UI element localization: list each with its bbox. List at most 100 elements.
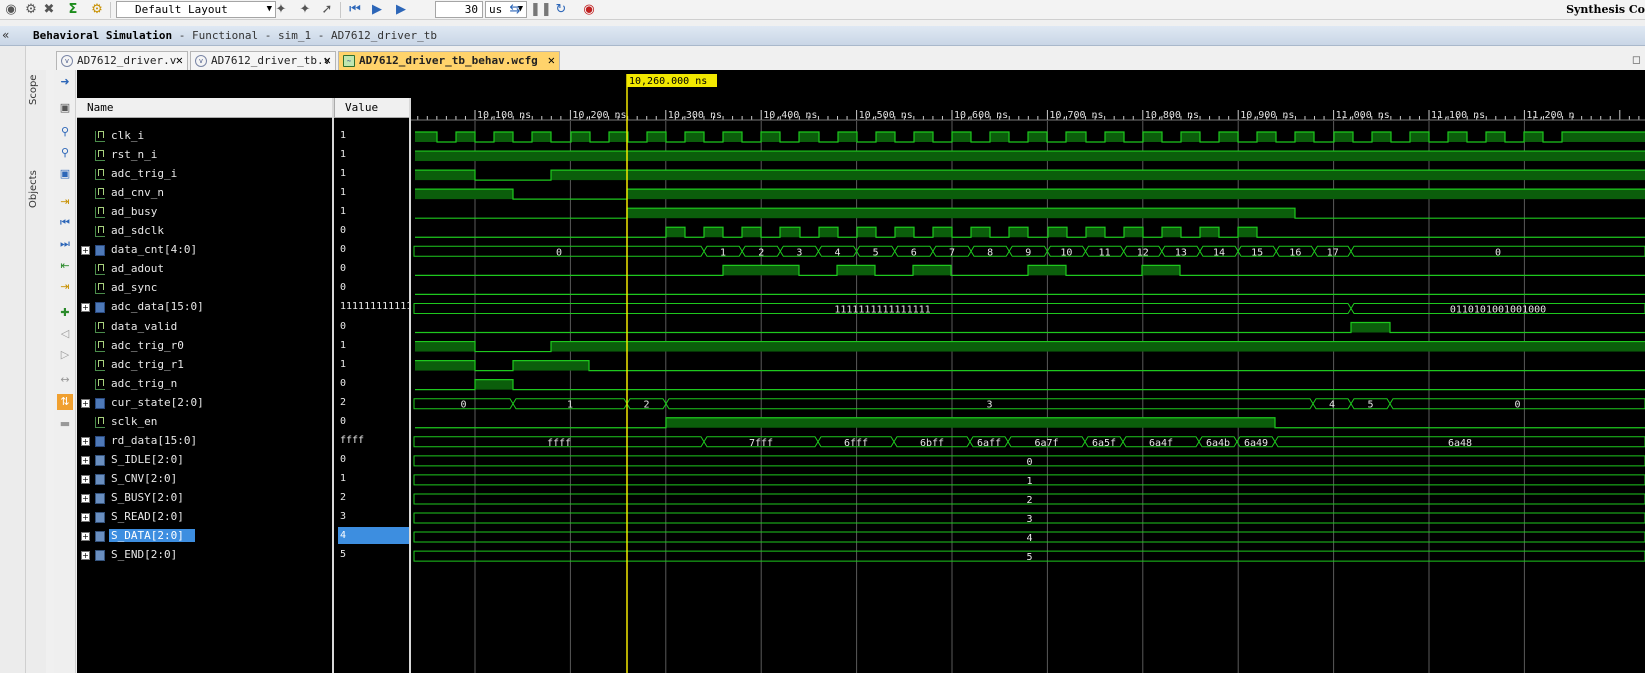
step-icon[interactable]: ⇆ xyxy=(506,1,524,19)
signal-name[interactable]: ad_sync xyxy=(109,281,159,294)
signal-name[interactable]: S_BUSY[2:0] xyxy=(109,491,186,504)
next-marker-icon[interactable]: ▷ xyxy=(57,347,73,363)
signal-row-ad-adout[interactable]: ad_adout 0 xyxy=(77,260,409,279)
signal-name[interactable]: adc_data[15:0] xyxy=(109,300,206,313)
signal-row-data-valid[interactable]: data_valid 0 xyxy=(77,318,409,337)
signal-row-rst-n-i[interactable]: rst_n_i 1 xyxy=(77,146,409,165)
signal-name[interactable]: rd_data[15:0] xyxy=(109,434,199,447)
signal-name[interactable]: cur_state[2:0] xyxy=(109,396,206,409)
signal-name[interactable]: ad_adout xyxy=(109,262,166,275)
waveform-canvas[interactable]: 10,100 ns 10,200 ns 10,300 ns 10,400 ns 10,5… xyxy=(411,70,1645,673)
waveform-viewer[interactable]: Name Value clk_i 1 rst_n_i 1 adc_trig_i 1 ad_c… xyxy=(77,70,1645,673)
signal-name[interactable]: clk_i xyxy=(109,129,146,142)
tab-driver-v[interactable]: v AD7612_driver.v ✕ xyxy=(56,51,188,70)
signal-name[interactable]: adc_trig_r0 xyxy=(109,339,186,352)
signal-row-ad-cnv-n[interactable]: ad_cnv_n 1 xyxy=(77,184,409,203)
expand-icon[interactable]: + xyxy=(81,303,90,313)
signal-row-data-cnt[interactable]: + data_cnt[4:0] 0 xyxy=(77,241,409,260)
pause-icon[interactable]: ❚❚ xyxy=(530,1,552,19)
signal-row-ad-sdclk[interactable]: ad_sdclk 0 xyxy=(77,222,409,241)
power-icon[interactable]: ◉ xyxy=(2,1,20,19)
signal-name[interactable]: ad_cnv_n xyxy=(109,186,166,199)
run-for-icon[interactable]: ▶ xyxy=(392,1,410,19)
signal-row-adc-trig-r1[interactable]: adc_trig_r1 1 xyxy=(77,356,409,375)
value-column-header[interactable]: Value xyxy=(334,98,409,118)
close-icon[interactable]: ✕ xyxy=(324,52,331,69)
signal-name[interactable]: adc_trig_i xyxy=(109,167,179,180)
side-tab-objects[interactable]: Objects xyxy=(28,166,44,212)
signal-name[interactable]: S_END[2:0] xyxy=(109,548,179,561)
goto-start-icon[interactable]: ⏮ xyxy=(57,215,73,231)
signal-name[interactable]: sclk_en xyxy=(109,415,159,428)
signal-row-s-read[interactable]: + S_READ[2:0] 3 xyxy=(77,508,409,527)
add-marker-icon[interactable]: ✚ xyxy=(57,305,73,321)
tab-driver-tb-v[interactable]: v AD7612_driver_tb.v ✕ xyxy=(190,51,336,70)
run-all-icon[interactable]: ▶ xyxy=(368,1,386,19)
signal-name[interactable]: adc_trig_n xyxy=(109,377,179,390)
zoom-out-icon[interactable]: ⚲ xyxy=(57,145,73,161)
restart-icon[interactable]: ⏮ xyxy=(346,1,364,19)
expand-icon[interactable]: + xyxy=(81,474,90,484)
tab-wcfg[interactable]: ~ AD7612_driver_tb_behav.wcfg ✕ xyxy=(338,51,560,70)
signal-name[interactable]: rst_n_i xyxy=(109,148,159,161)
signal-row-ad-busy[interactable]: ad_busy 1 xyxy=(77,203,409,222)
signal-row-cur-state[interactable]: + cur_state[2:0] 2 xyxy=(77,394,409,413)
name-column-header[interactable]: Name xyxy=(77,98,333,118)
signal-name[interactable]: S_READ[2:0] xyxy=(109,510,186,523)
zoom-in-icon[interactable]: ⚲ xyxy=(57,124,73,140)
collapse-icon[interactable]: « xyxy=(2,28,9,42)
signal-row-adc-trig-i[interactable]: adc_trig_i 1 xyxy=(77,165,409,184)
pin-icon[interactable]: ✦ xyxy=(272,1,290,19)
sigma-icon[interactable]: Σ xyxy=(64,1,82,19)
signal-row-s-end[interactable]: + S_END[2:0] 5 xyxy=(77,546,409,565)
side-tab-scope[interactable]: Scope xyxy=(28,72,44,108)
next-transition-icon[interactable]: ⇥ xyxy=(57,279,73,295)
signal-row-adc-trig-r0[interactable]: adc_trig_r0 1 xyxy=(77,337,409,356)
signal-name[interactable]: ad_busy xyxy=(109,205,159,218)
signal-row-adc-trig-n[interactable]: adc_trig_n 0 xyxy=(77,375,409,394)
signal-name[interactable]: adc_trig_r1 xyxy=(109,358,186,371)
close-icon[interactable]: ✕ xyxy=(548,52,555,69)
relaunch-icon[interactable]: ↻ xyxy=(552,1,570,19)
signal-name[interactable]: S_DATA[2:0] xyxy=(109,529,195,543)
expand-icon[interactable]: + xyxy=(81,398,90,408)
tools-icon[interactable]: ✖ xyxy=(40,1,58,19)
expand-icon[interactable]: + xyxy=(81,551,90,561)
signal-row-s-busy[interactable]: + S_BUSY[2:0] 2 xyxy=(77,489,409,508)
prev-transition-icon[interactable]: ⇤ xyxy=(57,258,73,274)
signal-name[interactable]: S_CNV[2:0] xyxy=(109,472,179,485)
signal-row-clk-i[interactable]: clk_i 1 xyxy=(77,127,409,146)
signal-name[interactable]: S_IDLE[2:0] xyxy=(109,453,186,466)
swap-cursors-icon[interactable]: ↔ xyxy=(57,372,73,388)
sidebar-toggle-icon[interactable]: ➜ xyxy=(57,74,73,90)
signal-name[interactable]: data_cnt[4:0] xyxy=(109,243,199,256)
unpin-icon[interactable]: ✦ xyxy=(296,1,314,19)
close-icon[interactable]: ✕ xyxy=(176,52,183,69)
zoom-fit-icon[interactable]: ▣ xyxy=(57,166,73,182)
signal-row-adc-data[interactable]: + adc_data[15:0] 1111111111111111 xyxy=(77,298,409,317)
layout-dropdown[interactable]: Default Layout ▼ xyxy=(116,1,276,18)
signal-row-rd-data[interactable]: + rd_data[15:0] ffff xyxy=(77,432,409,451)
restore-icon[interactable]: ◻ xyxy=(1632,53,1641,66)
expand-icon[interactable]: + xyxy=(81,493,90,503)
expand-icon[interactable]: + xyxy=(81,246,90,256)
goto-cursor-icon[interactable]: ⇥ xyxy=(57,194,73,210)
signal-row-s-data[interactable]: + S_DATA[2:0] 4 xyxy=(77,527,409,546)
signal-name[interactable]: ad_sdclk xyxy=(109,224,166,237)
break-icon[interactable]: ◉ xyxy=(580,1,598,19)
signal-name[interactable]: data_valid xyxy=(109,320,179,333)
signal-row-sclk-en[interactable]: sclk_en 0 xyxy=(77,413,409,432)
goto-end-icon[interactable]: ⏭ xyxy=(57,236,73,252)
settings-icon[interactable]: ⚙ xyxy=(88,1,106,19)
expand-icon[interactable]: + xyxy=(81,455,90,465)
save-icon[interactable]: ▣ xyxy=(57,100,73,116)
prev-marker-icon[interactable]: ◁ xyxy=(57,326,73,342)
expand-icon[interactable]: + xyxy=(81,532,90,542)
floating-ruler-icon[interactable]: ▬ xyxy=(57,416,73,432)
snap-to-transition-icon[interactable]: ⇅ xyxy=(57,394,73,410)
run-time-input[interactable]: 30 xyxy=(435,1,483,18)
signal-row-ad-sync[interactable]: ad_sync 0 xyxy=(77,279,409,298)
expand-icon[interactable]: + xyxy=(81,436,90,446)
pointer-icon[interactable]: ➚ xyxy=(318,1,336,19)
expand-icon[interactable]: + xyxy=(81,513,90,522)
